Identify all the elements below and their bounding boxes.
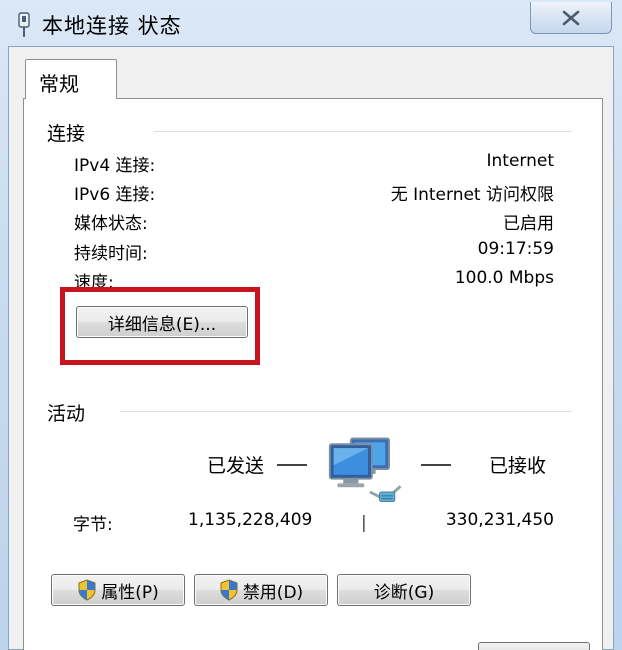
sent-connector-line bbox=[277, 464, 307, 466]
network-adapter-icon bbox=[18, 12, 30, 37]
ipv4-label: IPv4 连接: bbox=[74, 156, 156, 176]
window-title: 本地连接 状态 bbox=[42, 14, 182, 38]
title-bar[interactable]: 本地连接 状态 bbox=[0, 0, 622, 50]
shield-icon bbox=[220, 579, 238, 601]
status-dialog-window: 本地连接 状态 常规 连接 IPv4 连接: Internet IPv6 连接:… bbox=[0, 0, 622, 650]
speed-value: 100.0 Mbps bbox=[454, 268, 554, 288]
properties-button-label: 属性(P) bbox=[101, 582, 159, 603]
connection-group-title: 连接 bbox=[47, 123, 86, 145]
connection-divider bbox=[154, 131, 572, 133]
close-button[interactable] bbox=[530, 2, 612, 34]
activity-group-title: 活动 bbox=[47, 403, 86, 425]
bytes-separator: | bbox=[361, 513, 367, 533]
tab-general[interactable]: 常规 bbox=[25, 59, 117, 99]
network-computers-icon bbox=[328, 437, 402, 503]
general-tab-panel: 连接 IPv4 连接: Internet IPv6 连接: 无 Internet… bbox=[23, 98, 603, 650]
details-highlight-annotation bbox=[60, 287, 260, 365]
disable-button[interactable]: 禁用(D) bbox=[194, 574, 328, 606]
duration-value: 09:17:59 bbox=[477, 239, 554, 259]
tab-general-label: 常规 bbox=[39, 72, 79, 96]
ipv6-label: IPv6 连接: bbox=[74, 185, 156, 205]
close-icon bbox=[562, 10, 580, 25]
diagnose-button[interactable]: 诊断(G) bbox=[337, 574, 471, 606]
duration-label: 持续时间: bbox=[74, 244, 148, 264]
ipv6-value: 无 Internet 访问权限 bbox=[390, 185, 554, 205]
activity-divider bbox=[120, 411, 572, 413]
properties-button[interactable]: 属性(P) bbox=[51, 574, 185, 606]
disable-button-label: 禁用(D) bbox=[242, 582, 304, 603]
close-dialog-button-partial[interactable] bbox=[478, 642, 590, 650]
sent-label: 已发送 bbox=[207, 455, 265, 477]
received-label: 已接收 bbox=[489, 455, 547, 477]
bytes-label: 字节: bbox=[73, 515, 113, 535]
media-state-value: 已启用 bbox=[503, 214, 554, 234]
bytes-sent-value: 1,135,228,409 bbox=[188, 510, 313, 530]
media-state-label: 媒体状态: bbox=[74, 214, 148, 234]
received-connector-line bbox=[421, 464, 451, 466]
shield-icon bbox=[78, 579, 96, 601]
ipv4-value: Internet bbox=[486, 151, 554, 171]
bytes-received-value: 330,231,450 bbox=[445, 510, 554, 530]
